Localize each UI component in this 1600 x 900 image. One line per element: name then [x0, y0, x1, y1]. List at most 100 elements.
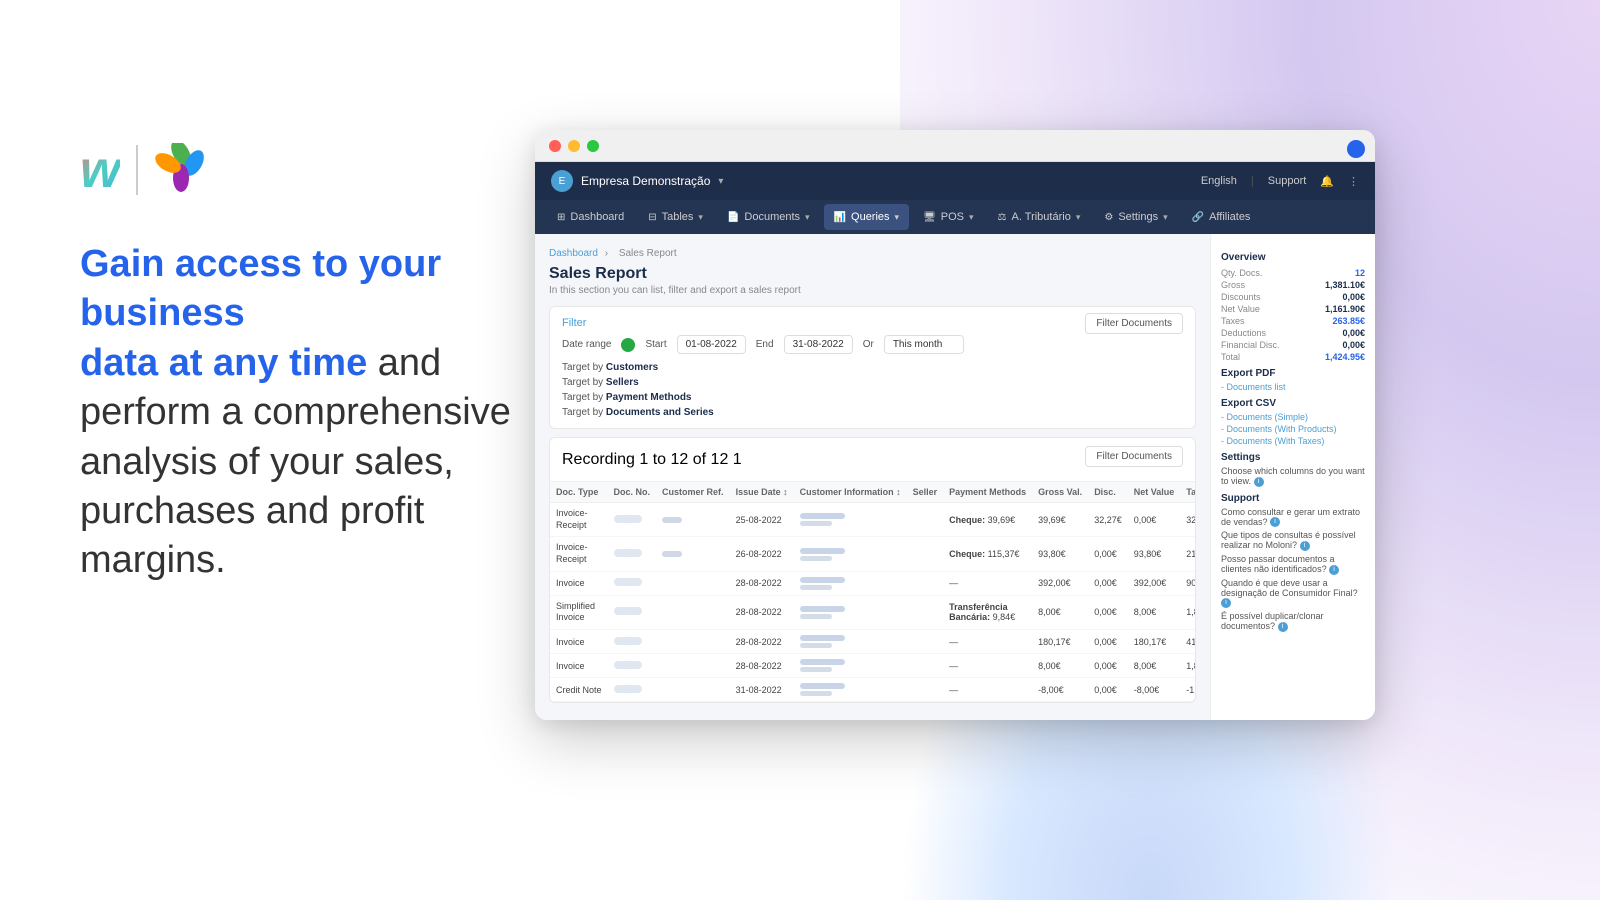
customer-ref-cell	[656, 678, 730, 702]
tables-chevron: ▾	[698, 212, 703, 223]
support-link[interactable]: Support	[1268, 175, 1307, 187]
gross-cell: 8,00€	[1032, 595, 1088, 629]
headline-blue2: data at any time	[80, 342, 367, 384]
net-value-value: 1,161.90€	[1325, 304, 1365, 314]
table-body: Invoice-Receipt 25-08-2022 Cheque: 39,69…	[550, 503, 1195, 702]
issue-date-cell: 31-08-2022	[730, 678, 794, 702]
settings-chevron: ▾	[1163, 212, 1168, 223]
settings-title: Settings	[1221, 452, 1365, 463]
payment-cell: —	[943, 630, 1032, 654]
support-link-3[interactable]: Posso passar documentos a clientes não i…	[1221, 554, 1365, 575]
nav-queries[interactable]: 📊 Queries ▾	[824, 204, 910, 230]
logo-divider	[136, 145, 138, 195]
traffic-light-red[interactable]	[549, 140, 561, 152]
breadcrumb-dashboard[interactable]: Dashboard	[549, 248, 598, 259]
company-dropdown-icon[interactable]: ▾	[718, 176, 723, 187]
w-logo: w	[80, 140, 120, 200]
menu-icon[interactable]: ⋮	[1348, 175, 1359, 188]
support-info-5: i	[1278, 622, 1288, 632]
filter-toggle[interactable]: Filter	[562, 317, 1085, 329]
total-label: Total	[1221, 352, 1240, 362]
th-net-value: Net Value	[1128, 482, 1181, 503]
leaf-logo	[154, 143, 209, 198]
support-link-5[interactable]: É possível duplicar/clonar documentos? i	[1221, 611, 1365, 632]
doc-type-cell: Invoice-Receipt	[550, 537, 608, 571]
gross-cell: 8,00€	[1032, 654, 1088, 678]
table-row: Invoice-Receipt 25-08-2022 Cheque: 39,69…	[550, 503, 1195, 537]
date-end-input[interactable]: 31-08-2022	[784, 335, 853, 354]
settings-info-icon[interactable]: i	[1254, 477, 1264, 487]
discounts-label: Discounts	[1221, 292, 1261, 302]
notifications-icon[interactable]: 🔔	[1320, 175, 1334, 188]
nav-settings[interactable]: ⚙ Settings ▾	[1094, 204, 1177, 230]
date-preset-select[interactable]: This month Last month This year Custom	[884, 335, 964, 354]
nav-documents[interactable]: 📄 Documents ▾	[717, 204, 820, 230]
filter-documents-btn1[interactable]: Filter Documents	[1085, 313, 1183, 334]
headline: Gain access to your business data at any…	[80, 240, 580, 586]
company-name-area: E Empresa Demonstração ▾	[551, 170, 723, 192]
pos-chevron: ▾	[969, 212, 974, 223]
language-selector[interactable]: English	[1201, 175, 1237, 187]
support-link-1[interactable]: Como consultar e gerar um extrato de ven…	[1221, 507, 1365, 528]
net-value-cell: -8,00€	[1128, 678, 1181, 702]
table-row: Invoice 28-08-2022 — 180,17€	[550, 630, 1195, 654]
traffic-light-green[interactable]	[587, 140, 599, 152]
disc-cell: 0,00€	[1088, 630, 1128, 654]
table-header-row: Doc. Type Doc. No. Customer Ref. Issue D…	[550, 482, 1195, 503]
nav-tributario-label: A. Tributário	[1012, 211, 1071, 223]
sidebar-qty-docs: Qty. Docs. 12	[1221, 268, 1365, 278]
customer-ref-cell	[656, 654, 730, 678]
date-or-label: Or	[863, 339, 874, 350]
nav-settings-label: Settings	[1118, 211, 1158, 223]
csv-simple-link[interactable]: Documents (Simple)	[1221, 412, 1365, 422]
customer-info-cell	[794, 503, 907, 537]
th-customer-info[interactable]: Customer Information ↕	[794, 482, 907, 503]
payment-cell: —	[943, 654, 1032, 678]
net-value-cell: 93,80€	[1128, 537, 1181, 571]
seller-cell	[907, 595, 944, 629]
date-start-input[interactable]: 01-08-2022	[677, 335, 746, 354]
deductions-value: 0,00€	[1342, 328, 1365, 338]
doc-type-cell: Invoice	[550, 571, 608, 595]
nav-dashboard-label: Dashboard	[570, 211, 624, 223]
payment-cell: Cheque: 115,37€	[943, 537, 1032, 571]
doc-no-cell	[608, 595, 657, 629]
disc-cell: 0,00€	[1088, 537, 1128, 571]
doc-no-cell	[608, 537, 657, 571]
support-title: Support	[1221, 493, 1365, 504]
taxes-cell: 21,57€	[1180, 537, 1195, 571]
nav-affiliates[interactable]: 🔗 Affiliates	[1182, 204, 1261, 230]
discounts-value: 0,00€	[1342, 292, 1365, 302]
net-value-cell: 8,00€	[1128, 654, 1181, 678]
doc-no-cell	[608, 678, 657, 702]
support-link-2[interactable]: Que tipos de consultas é possível realiz…	[1221, 530, 1365, 551]
table-row: Invoice 28-08-2022 — 392,00€	[550, 571, 1195, 595]
doc-type-cell: Invoice-Receipt	[550, 503, 608, 537]
pdf-doc-list-link[interactable]: Documents list	[1221, 382, 1365, 392]
table-section: Recording 1 to 12 of 12 1 Filter Documen…	[549, 437, 1196, 703]
csv-products-link[interactable]: Documents (With Products)	[1221, 424, 1365, 434]
gross-label: Gross	[1221, 280, 1245, 290]
breadcrumb-current: Sales Report	[619, 248, 677, 259]
nav-pos[interactable]: 🖥 POS ▾	[913, 204, 983, 230]
nav-tributario[interactable]: ⚖ A. Tributário ▾	[988, 204, 1091, 230]
nav-dashboard[interactable]: ⊞ Dashboard	[547, 204, 634, 230]
doc-no-cell	[608, 654, 657, 678]
th-disc: Disc.	[1088, 482, 1128, 503]
traffic-light-yellow[interactable]	[568, 140, 580, 152]
logo-area: w	[80, 140, 580, 200]
nav-tables[interactable]: ⊟ Tables ▾	[638, 204, 713, 230]
th-issue-date[interactable]: Issue Date ↕	[730, 482, 794, 503]
taxes-cell: 32,27€	[1180, 503, 1195, 537]
taxes-cell: -1,84€	[1180, 678, 1195, 702]
customer-info-cell	[794, 571, 907, 595]
issue-date-cell: 25-08-2022	[730, 503, 794, 537]
net-value-cell: 0,00€	[1128, 503, 1181, 537]
issue-date-cell: 28-08-2022	[730, 571, 794, 595]
support-link-4[interactable]: Quando é que deve usar a designação de C…	[1221, 578, 1365, 609]
nav-bar: ⊞ Dashboard ⊟ Tables ▾ 📄 Documents ▾ 📊 Q…	[535, 200, 1375, 234]
main-content: Dashboard › Sales Report Sales Report In…	[535, 234, 1375, 720]
csv-taxes-link[interactable]: Documents (With Taxes)	[1221, 436, 1365, 446]
filter-documents-btn2[interactable]: Filter Documents	[1085, 446, 1183, 467]
th-payment-methods: Payment Methods	[943, 482, 1032, 503]
